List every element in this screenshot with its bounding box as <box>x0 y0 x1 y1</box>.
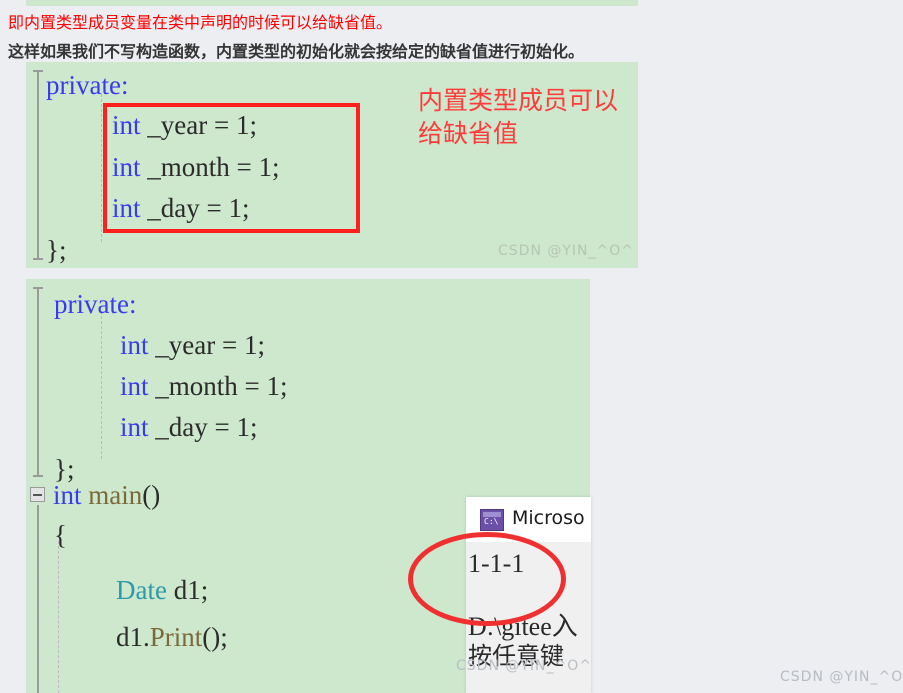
watermark-console: CSDN @YIN_^O^ <box>456 658 592 674</box>
code-line-private: private: <box>46 70 129 100</box>
top-partial-code-text: }; <box>44 0 61 1</box>
code-line-year: int _year = 1; <box>112 110 257 140</box>
code-line-print-call: d1.Print(); <box>116 622 228 652</box>
outline-rail-2 <box>37 287 39 477</box>
outline-rail-main <box>37 505 39 693</box>
outline-rail-cap-bottom-2 <box>33 475 43 477</box>
code-line-day-2: int _day = 1; <box>120 412 258 442</box>
console-path-line: D:\gitee入 <box>468 612 578 641</box>
outline-rail <box>37 70 39 260</box>
indent-guide-2 <box>101 311 102 459</box>
console-titlebar[interactable]: Microso <box>466 497 591 542</box>
code-line-month-2: int _month = 1; <box>120 371 288 401</box>
collapse-toggle-main[interactable] <box>30 487 45 502</box>
prose-line-bold: 这样如果我们不写构造函数，内置类型的初始化就会按给定的缺省值进行初始化。 <box>8 42 585 61</box>
console-output-line: 1-1-1 <box>468 549 525 578</box>
indent-guide-main <box>58 541 59 693</box>
indent-guide <box>101 94 102 242</box>
red-annotation-note: 内置类型成员可以 给缺省值 <box>418 86 619 148</box>
code-line-date-decl: Date d1; <box>116 575 209 605</box>
code-block-declaration: private: int _year = 1; int _month = 1; … <box>26 62 638 268</box>
code-line-class-close: }; <box>46 235 67 265</box>
code-line-private-2: private: <box>54 289 137 319</box>
console-title-text: Microso <box>512 507 585 529</box>
code-line-month: int _month = 1; <box>112 152 280 182</box>
outline-rail-cap-bottom <box>33 258 43 260</box>
code-line-brace-open: { <box>54 520 67 550</box>
code-line-year-2: int _year = 1; <box>120 330 265 360</box>
code-line-class-close-2: }; <box>54 454 75 484</box>
watermark-code-block-1: CSDN @YIN_^O^ <box>498 243 634 259</box>
cmd-icon <box>480 509 504 531</box>
top-partial-code-strip: }; <box>26 0 638 6</box>
code-line-main: int main() <box>53 480 161 510</box>
code-line-day: int _day = 1; <box>112 193 250 223</box>
watermark-page-corner: CSDN @YIN_^O^ <box>780 669 903 685</box>
prose-line-red: 即内置类型成员变量在类中声明的时候可以给缺省值。 <box>8 13 393 32</box>
